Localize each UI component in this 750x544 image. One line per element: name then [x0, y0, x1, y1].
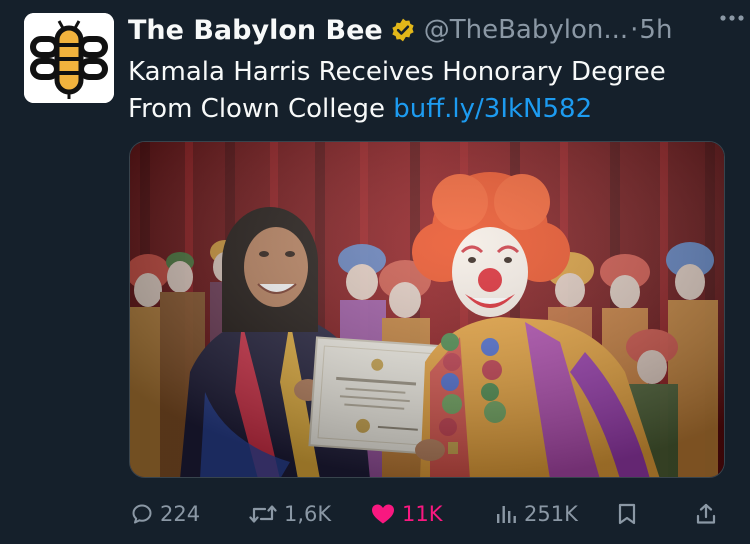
views-button[interactable]: 251K — [494, 496, 578, 532]
repost-icon — [249, 505, 277, 523]
timestamp[interactable]: 5h — [639, 15, 672, 45]
share-icon — [696, 503, 716, 524]
views-count: 251K — [524, 502, 578, 526]
bookmark-button[interactable] — [616, 496, 638, 532]
separator-dot: · — [630, 15, 639, 45]
graduation-scene-illustration — [130, 142, 724, 477]
views-chart-icon — [497, 506, 516, 523]
heart-icon — [372, 504, 394, 524]
repost-count: 1,6K — [284, 502, 332, 526]
handle[interactable]: @TheBabylon... — [424, 15, 628, 45]
share-button[interactable] — [694, 496, 718, 532]
display-name[interactable]: The Babylon Bee — [128, 15, 383, 46]
bookmark-icon — [618, 503, 636, 525]
more-options-icon[interactable] — [718, 8, 746, 28]
reply-button[interactable]: 224 — [130, 496, 200, 532]
tweet-image[interactable] — [129, 141, 725, 478]
reply-count: 224 — [160, 502, 201, 526]
tweet-text: Kamala Harris Receives Honorary Degree F… — [128, 54, 728, 128]
like-button[interactable]: 11K — [370, 496, 443, 532]
tweet-header: The Babylon Bee @TheBabylon... · 5h — [128, 10, 730, 50]
babylon-bee-logo — [24, 13, 114, 103]
tweet-actions: 224 1,6K 11K 251K — [130, 496, 726, 532]
avatar[interactable] — [24, 13, 114, 103]
repost-button[interactable]: 1,6K — [248, 496, 331, 532]
verified-badge-icon[interactable] — [390, 17, 416, 43]
like-count: 11K — [402, 502, 443, 526]
tweet-link[interactable]: buff.ly/3IkN582 — [393, 94, 592, 124]
reply-icon — [132, 504, 152, 524]
